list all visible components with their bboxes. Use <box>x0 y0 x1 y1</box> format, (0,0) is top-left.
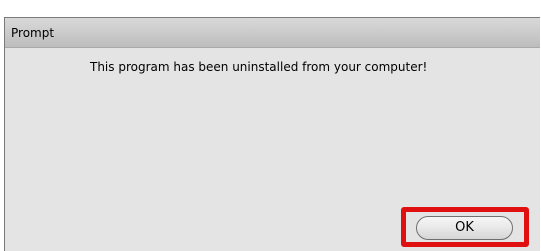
ok-button[interactable]: OK <box>416 216 513 240</box>
dialog-title: Prompt <box>11 26 55 40</box>
dialog-message: This program has been uninstalled from y… <box>90 60 428 74</box>
dialog-titlebar[interactable]: Prompt <box>5 18 540 48</box>
